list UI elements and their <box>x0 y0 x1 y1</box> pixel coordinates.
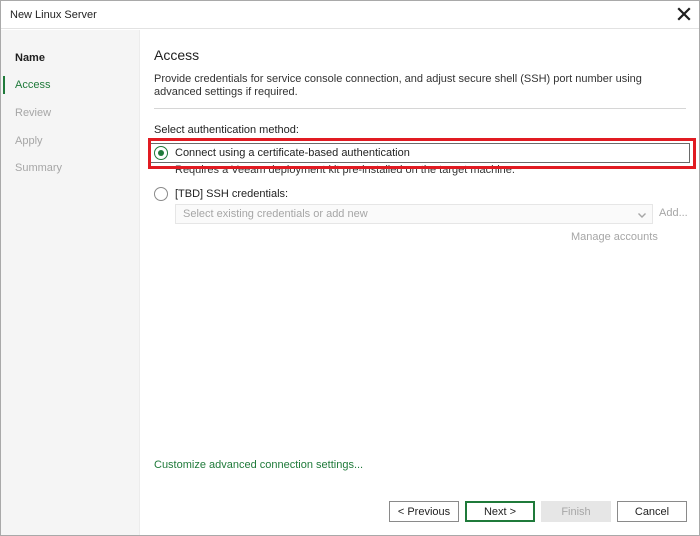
current-step-marker <box>3 76 5 94</box>
step-review[interactable]: Review <box>15 107 51 119</box>
credentials-dropdown-placeholder: Select existing credentials or add new <box>183 208 368 220</box>
next-button[interactable]: Next > <box>465 501 535 522</box>
add-credentials-button[interactable]: Add... <box>659 207 688 219</box>
step-apply[interactable]: Apply <box>15 135 43 147</box>
wizard-steps-sidebar: Name Access Review Apply Summary <box>1 30 140 535</box>
radio-ssh-credentials-label: [TBD] SSH credentials: <box>175 188 289 200</box>
close-icon[interactable] <box>675 5 693 23</box>
page-description: Provide credentials for service console … <box>154 73 642 98</box>
main-content: Access Provide credentials for service c… <box>141 30 699 535</box>
radio-ssh-credentials[interactable]: [TBD] SSH credentials: <box>154 186 288 202</box>
manage-accounts-link[interactable]: Manage accounts <box>571 231 658 243</box>
chevron-down-icon[interactable] <box>636 209 648 221</box>
window-title: New Linux Server <box>10 9 97 21</box>
previous-button[interactable]: < Previous <box>389 501 459 522</box>
step-access[interactable]: Access <box>15 79 50 91</box>
header-divider <box>154 108 686 109</box>
radio-cert-auth-indicator[interactable] <box>154 146 168 160</box>
page-title: Access <box>154 47 200 63</box>
wizard-window: New Linux Server Name Access Review Appl… <box>0 0 700 536</box>
step-name[interactable]: Name <box>15 52 45 64</box>
step-summary[interactable]: Summary <box>15 162 62 174</box>
radio-cert-auth[interactable]: Connect using a certificate-based authen… <box>154 145 410 161</box>
credentials-dropdown[interactable]: Select existing credentials or add new <box>175 204 653 224</box>
cancel-button[interactable]: Cancel <box>617 501 687 522</box>
title-bar: New Linux Server <box>1 1 699 29</box>
radio-ssh-credentials-indicator[interactable] <box>154 187 168 201</box>
advanced-settings-link[interactable]: Customize advanced connection settings..… <box>154 459 363 471</box>
radio-cert-auth-label: Connect using a certificate-based authen… <box>175 147 410 159</box>
finish-button[interactable]: Finish <box>541 501 611 522</box>
cert-auth-hint: Requires a Veeam deployment kit pre-inst… <box>175 164 515 176</box>
auth-method-label: Select authentication method: <box>154 124 299 136</box>
